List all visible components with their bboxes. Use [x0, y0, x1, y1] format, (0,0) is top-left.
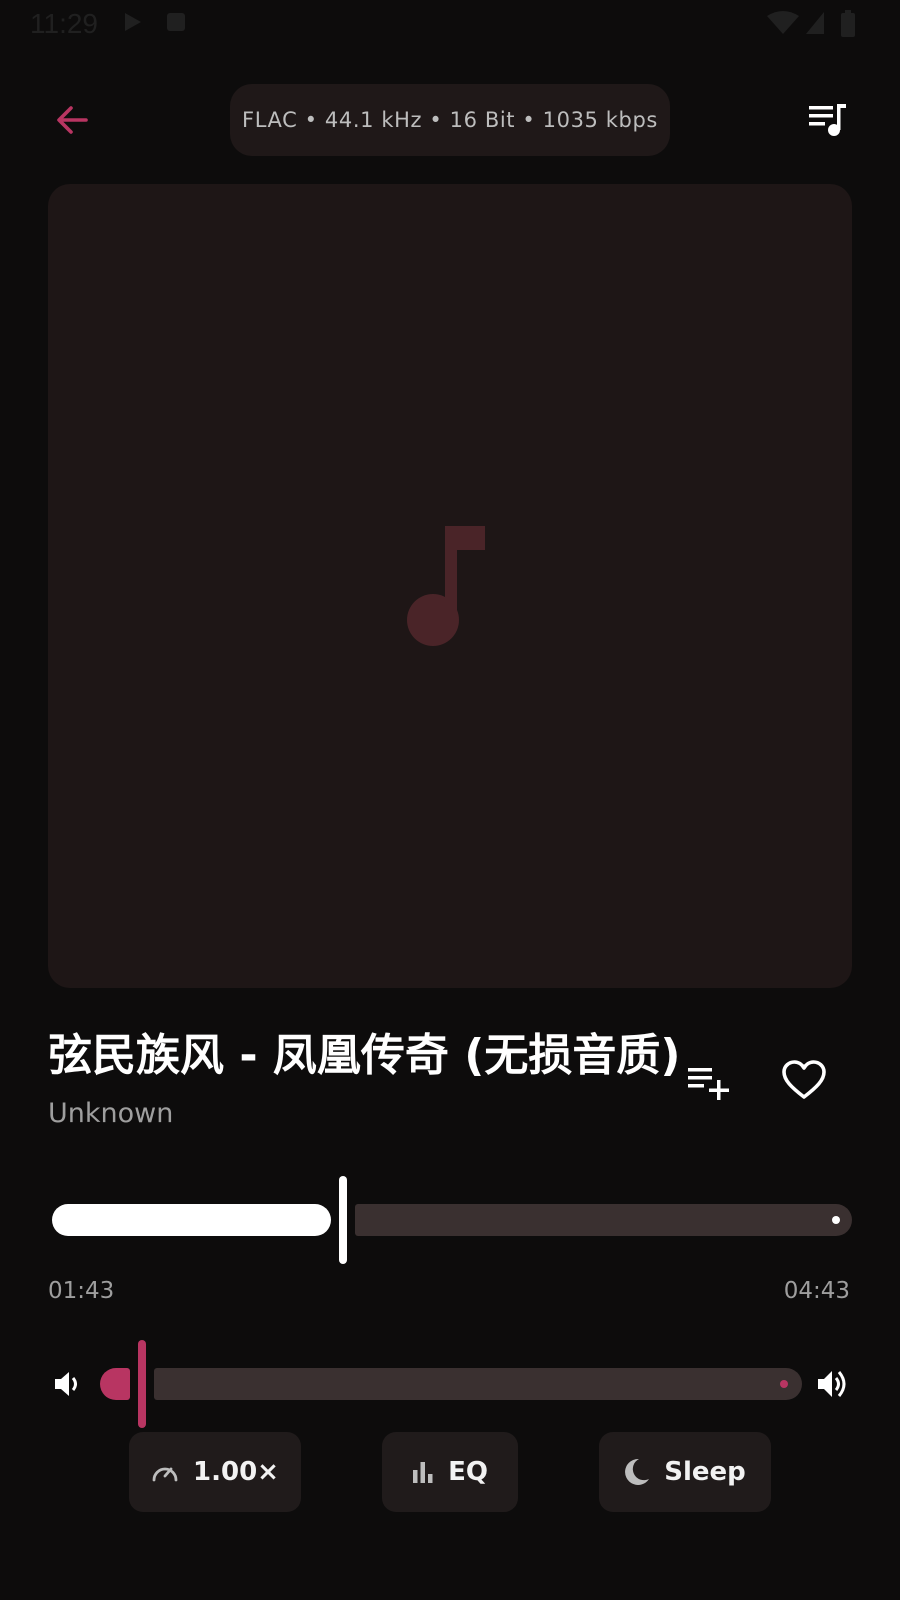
playback-speed-label: 1.00×: [193, 1457, 279, 1487]
arrow-back-icon: [57, 106, 88, 134]
play-notification-icon: [125, 13, 141, 31]
battery-icon: [841, 10, 855, 37]
volume-up-icon[interactable]: [816, 1366, 852, 1402]
back-button[interactable]: [48, 96, 96, 144]
queue-button[interactable]: [804, 96, 852, 144]
equalizer-icon: [413, 1462, 433, 1483]
playback-speed-button[interactable]: 1.00×: [129, 1432, 301, 1512]
elapsed-time: 01:43: [48, 1278, 115, 1304]
music-note-icon: [407, 526, 485, 646]
moon-icon: [625, 1458, 650, 1485]
sleep-timer-button[interactable]: Sleep: [599, 1432, 771, 1512]
playlist-add-icon: [688, 1068, 729, 1100]
add-to-playlist-button[interactable]: [680, 1056, 736, 1112]
audio-format-chip: FLAC • 44.1 kHz • 16 Bit • 1035 kbps: [230, 84, 670, 156]
progress-remaining-track: [355, 1204, 852, 1236]
volume-filled-track: [100, 1368, 131, 1400]
equalizer-button[interactable]: EQ: [382, 1432, 518, 1512]
progress-thumb[interactable]: [339, 1176, 348, 1264]
progress-played-track: [52, 1204, 332, 1236]
speedometer-icon: [152, 1467, 178, 1482]
app-notification-icon: [167, 13, 185, 31]
status-time: 11:29: [30, 8, 98, 39]
wifi-icon: [767, 11, 799, 34]
track-title: 弦民族风 - 凤凰传奇 (无损音质): [48, 1030, 678, 1081]
volume-remaining-track: [154, 1368, 802, 1400]
sleep-timer-label: Sleep: [664, 1457, 746, 1487]
volume-down-icon[interactable]: [52, 1368, 84, 1400]
equalizer-label: EQ: [448, 1457, 488, 1487]
queue-music-icon: [809, 104, 846, 136]
volume-end-dot: [780, 1380, 788, 1388]
heart-outline-icon: [782, 1060, 826, 1099]
playback-progress-slider[interactable]: [48, 1172, 852, 1268]
volume-slider[interactable]: [96, 1338, 802, 1430]
favorite-button[interactable]: [776, 1052, 832, 1108]
total-duration: 04:43: [783, 1278, 850, 1304]
signal-icon: [806, 12, 824, 34]
status-bar: 11:29: [0, 0, 900, 48]
volume-thumb[interactable]: [138, 1340, 147, 1428]
track-artist: Unknown: [48, 1098, 174, 1129]
progress-end-dot: [832, 1216, 840, 1224]
